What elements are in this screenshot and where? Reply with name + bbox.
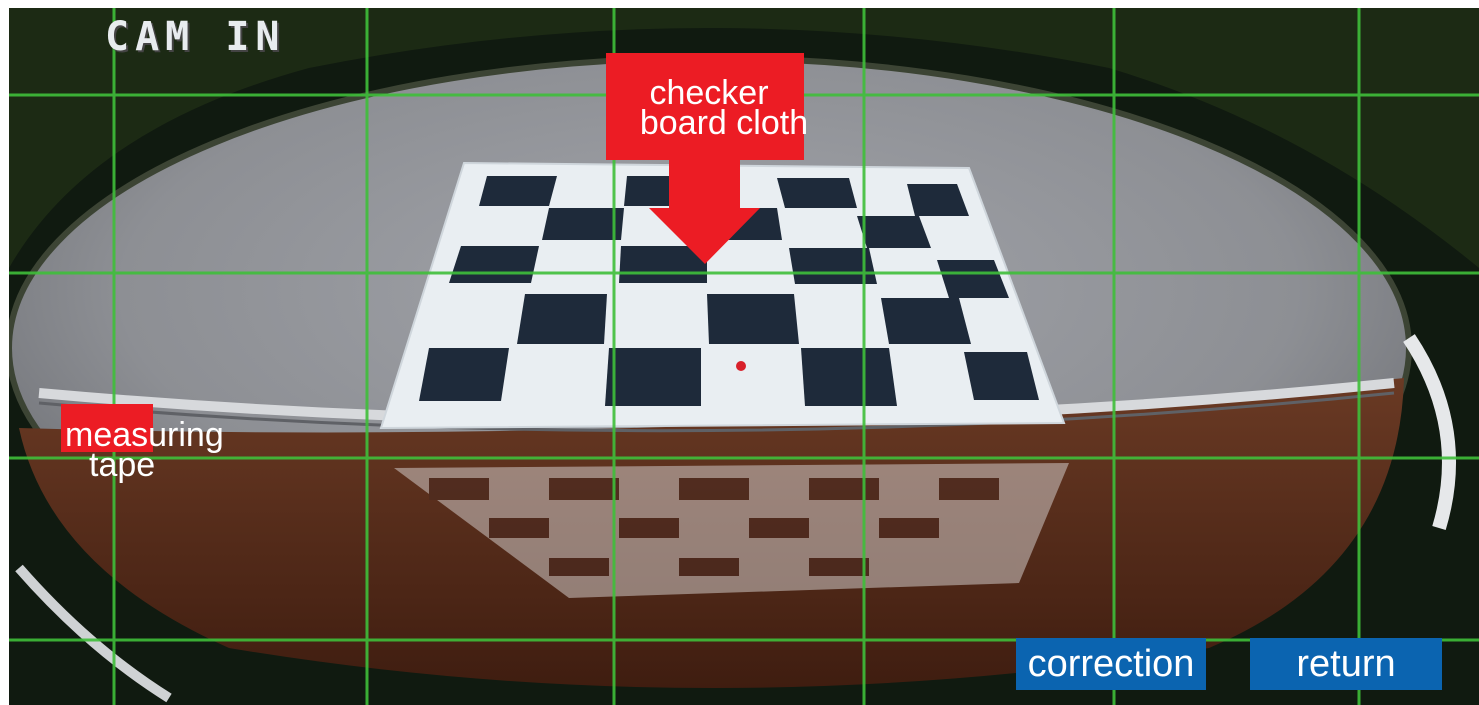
tape-callout-line2: tape xyxy=(89,446,156,484)
return-button[interactable]: return xyxy=(1250,638,1442,690)
checker-callout-line2: board cloth xyxy=(639,104,809,142)
correction-button[interactable]: correction xyxy=(1016,638,1206,690)
tape-callout: measuring tape xyxy=(65,418,275,484)
center-marker xyxy=(736,361,746,371)
camera-view: CAM IN checker board cloth measuring tap… xyxy=(9,8,1479,705)
camera-label: CAM IN xyxy=(105,14,286,60)
checker-callout: checker board cloth xyxy=(609,76,839,142)
